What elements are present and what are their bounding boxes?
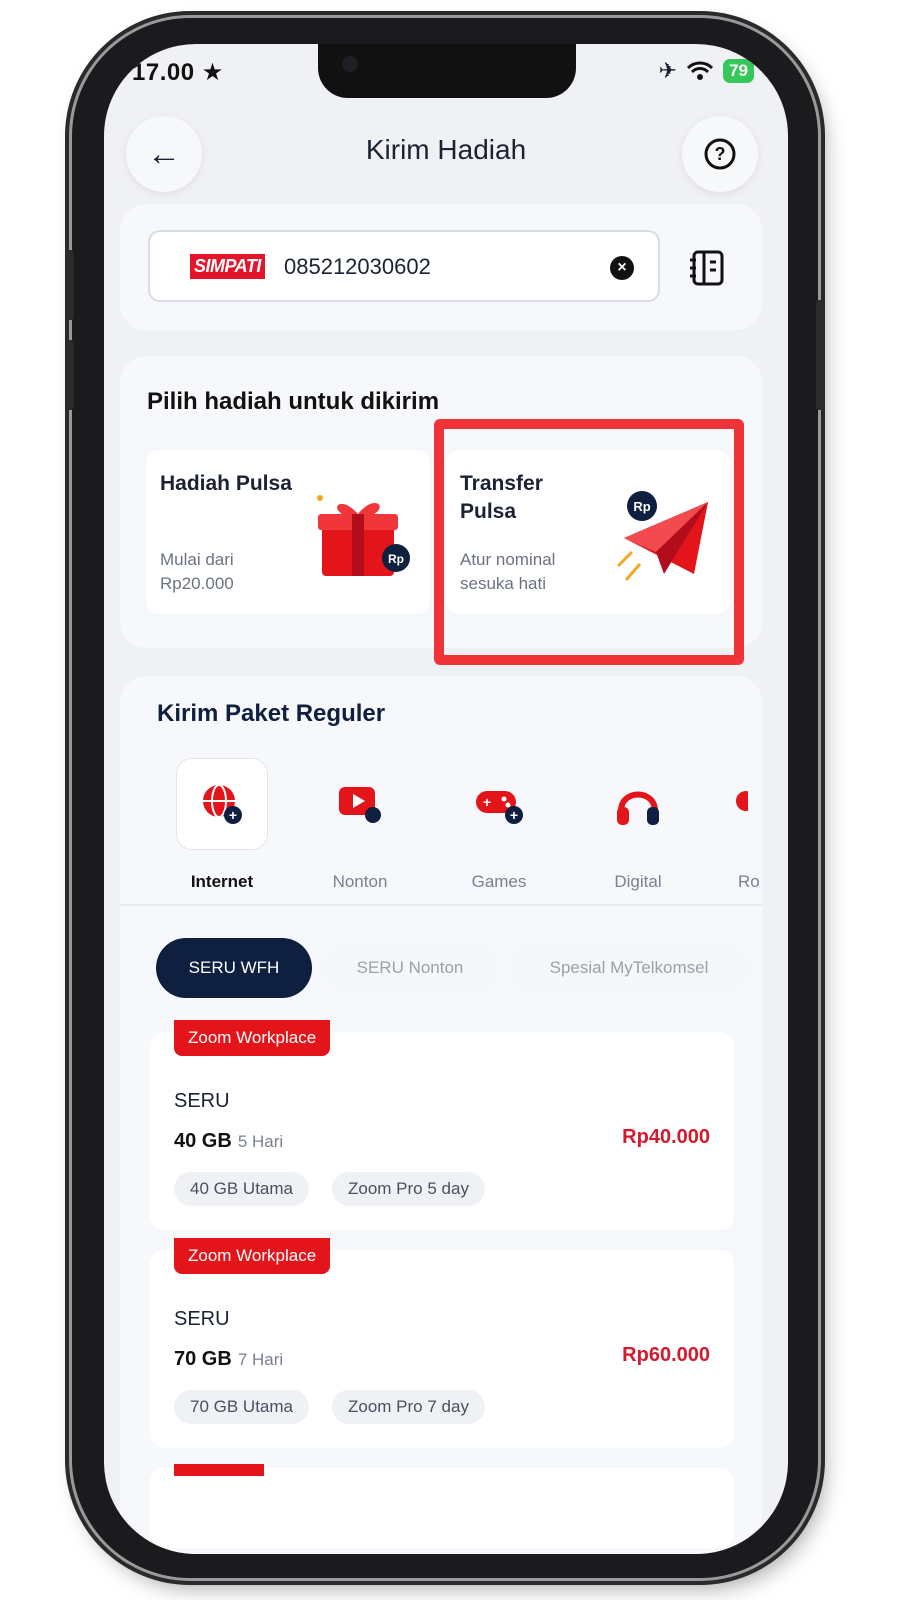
package-duration: 5 Hari: [237, 1132, 284, 1151]
package-card[interactable]: [150, 1464, 734, 1548]
gift-option-title: Hadiah Pulsa: [160, 472, 292, 495]
category-label: Ro: [738, 872, 760, 891]
chip-seru-nonton[interactable]: SERU Nonton: [320, 938, 500, 998]
category-label: Games: [471, 872, 527, 891]
package-feature: 70 GB Utama: [174, 1390, 309, 1424]
help-icon: ?: [704, 138, 736, 170]
svg-text:+: +: [510, 807, 518, 823]
category-label: Nonton: [332, 872, 388, 891]
status-icons: ✈ 79: [659, 58, 754, 84]
package-card[interactable]: Zoom Workplace SERU 70 GB 7 Hari Rp60.000…: [150, 1238, 734, 1448]
svg-text:Rp: Rp: [388, 552, 404, 566]
status-time: 17.00 ★: [132, 59, 224, 86]
wifi-icon: [687, 61, 714, 80]
category-digital[interactable]: Digital: [592, 758, 684, 892]
video-play-icon: [339, 787, 381, 823]
gift-box-icon: Rp: [317, 495, 410, 576]
volume-button: [66, 250, 74, 320]
clear-icon[interactable]: ×: [610, 256, 634, 280]
category-internet[interactable]: + Internet: [176, 758, 268, 892]
gamepad-icon: + +: [476, 791, 523, 824]
provider-logo: SIMPATI: [190, 254, 265, 279]
paket-section-title: Kirim Paket Reguler: [157, 700, 386, 727]
category-label: Digital: [614, 872, 662, 891]
category-nonton[interactable]: Nonton: [314, 758, 406, 892]
category-label: Internet: [190, 872, 254, 891]
phone-number-field[interactable]: SIMPATI 085212030602 ×: [148, 230, 660, 302]
category-roaming[interactable]: Ro: [728, 758, 788, 892]
package-feature: Zoom Pro 5 day: [332, 1172, 485, 1206]
package-name: SERU: [174, 1308, 230, 1330]
package-tag: [174, 1464, 264, 1476]
volume-button: [66, 340, 74, 410]
package-quota-value: 40 GB: [174, 1130, 232, 1152]
contact-book-svg: [690, 250, 724, 286]
screen: 17.00 ★ ✈ 79 ← Kirim Hadiah ? SIMPATI 08…: [104, 44, 788, 1554]
package-quota: 40 GB 5 Hari: [174, 1130, 283, 1153]
svg-text:+: +: [483, 794, 491, 810]
category-icon-box: [728, 758, 788, 850]
package-price: Rp40.000: [622, 1126, 710, 1148]
notch: [318, 44, 576, 98]
svg-text:?: ?: [715, 144, 726, 164]
category-icon-box: [314, 758, 406, 850]
airplane-icon: ✈: [658, 58, 678, 83]
package-price: Rp60.000: [622, 1344, 710, 1366]
help-button[interactable]: ?: [682, 116, 758, 192]
camera: [342, 56, 358, 72]
hadiah-pulsa-option[interactable]: Hadiah Pulsa Mulai dari Rp20.000 Rp: [146, 450, 430, 614]
power-button: [816, 300, 824, 410]
gift-option-subtitle: Mulai dari Rp20.000: [160, 550, 234, 593]
contact-book-icon[interactable]: [688, 248, 728, 297]
category-divider: [120, 904, 762, 906]
category-games[interactable]: + + Games: [453, 758, 545, 892]
package-tag: Zoom Workplace: [174, 1238, 331, 1274]
svg-text:+: +: [229, 807, 237, 823]
package-duration: 7 Hari: [237, 1350, 284, 1369]
phone-number-value: 085212030602: [284, 254, 431, 279]
highlight-box: [434, 419, 744, 665]
package-card[interactable]: Zoom Workplace SERU 40 GB 5 Hari Rp40.000…: [150, 1020, 734, 1230]
package-quota-value: 70 GB: [174, 1348, 232, 1370]
package-feature: Zoom Pro 7 day: [332, 1390, 485, 1424]
roaming-icon: [736, 791, 748, 811]
gift-section-title: Pilih hadiah untuk dikirim: [147, 388, 440, 415]
package-name: SERU: [174, 1090, 230, 1112]
package-tag: Zoom Workplace: [174, 1020, 331, 1056]
battery-indicator: 79: [723, 59, 754, 83]
category-icon-box: +: [176, 758, 268, 850]
category-icon-box: + +: [453, 758, 545, 850]
chip-spesial-mytelkomsel[interactable]: Spesial MyTelkomsel: [506, 938, 752, 998]
chip-seru-wfh[interactable]: SERU WFH: [156, 938, 312, 998]
globe-plus-icon: +: [203, 784, 242, 824]
package-feature: 40 GB Utama: [174, 1172, 309, 1206]
category-icon-box: [592, 758, 684, 850]
package-quota: 70 GB 7 Hari: [174, 1348, 283, 1371]
headphones-icon: [617, 791, 659, 825]
